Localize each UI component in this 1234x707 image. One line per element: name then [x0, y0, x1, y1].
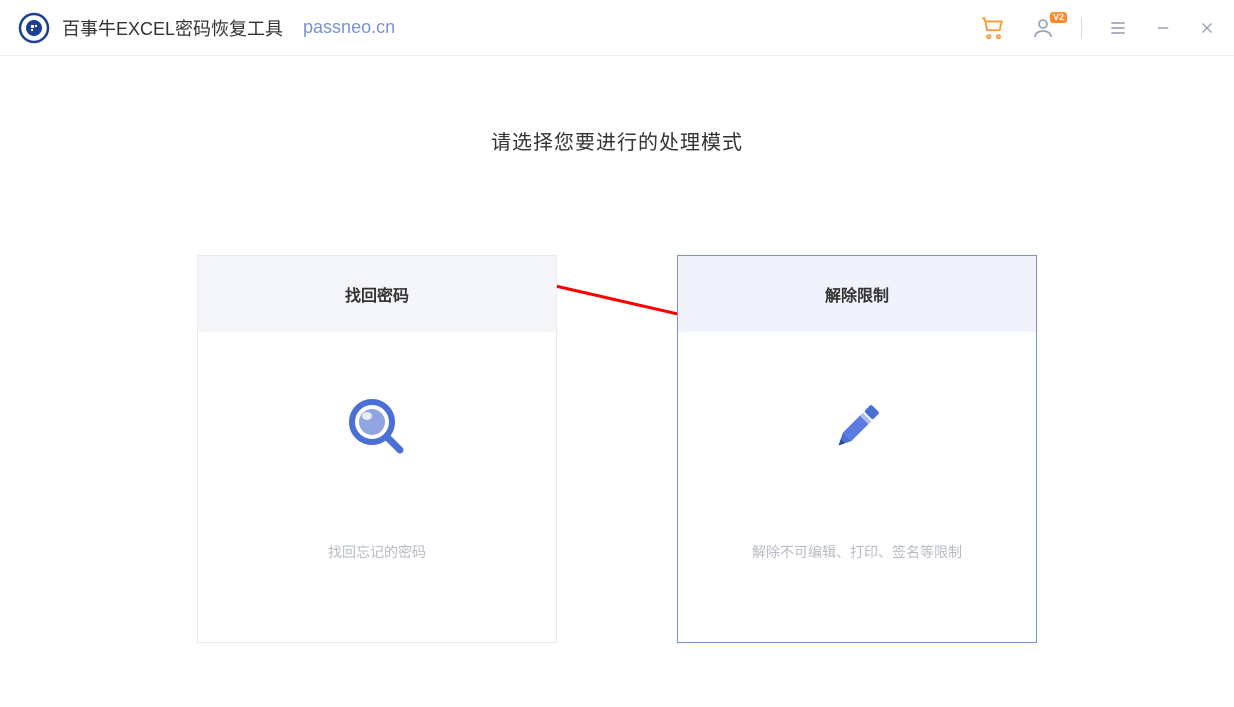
pencil-icon: [825, 392, 889, 462]
remove-restriction-card[interactable]: 解除限制 解除不可编辑、打印、签名等限制: [677, 255, 1037, 643]
vip-badge: V2: [1050, 12, 1067, 23]
remove-restriction-desc: 解除不可编辑、打印、签名等限制: [752, 542, 962, 562]
mode-cards: 找回密码 找回忘记的密码 解除限制: [0, 255, 1234, 643]
close-icon[interactable]: [1198, 19, 1216, 37]
menu-icon[interactable]: [1108, 18, 1128, 38]
app-title: 百事牛EXCEL密码恢复工具: [62, 15, 283, 41]
minimize-icon[interactable]: [1154, 19, 1172, 37]
app-header: 百事牛EXCEL密码恢复工具 passneo.cn V2: [0, 0, 1234, 56]
main-content: 请选择您要进行的处理模式 找回密码 找回忘记的密码: [0, 56, 1234, 643]
account-icon[interactable]: V2: [1031, 16, 1055, 40]
recover-password-desc: 找回忘记的密码: [328, 542, 426, 562]
page-title: 请选择您要进行的处理模式: [0, 126, 1234, 155]
magnifier-icon: [345, 392, 409, 462]
header-controls: V2: [979, 15, 1216, 41]
recover-password-card[interactable]: 找回密码 找回忘记的密码: [197, 255, 557, 643]
recover-password-title: 找回密码: [198, 256, 556, 332]
header-divider: [1081, 17, 1082, 39]
remove-restriction-title: 解除限制: [678, 256, 1036, 332]
website-link[interactable]: passneo.cn: [303, 17, 395, 38]
recover-password-body: 找回忘记的密码: [198, 332, 556, 642]
app-logo-icon: [18, 12, 50, 44]
cart-icon[interactable]: [979, 15, 1005, 41]
remove-restriction-body: 解除不可编辑、打印、签名等限制: [678, 332, 1036, 642]
